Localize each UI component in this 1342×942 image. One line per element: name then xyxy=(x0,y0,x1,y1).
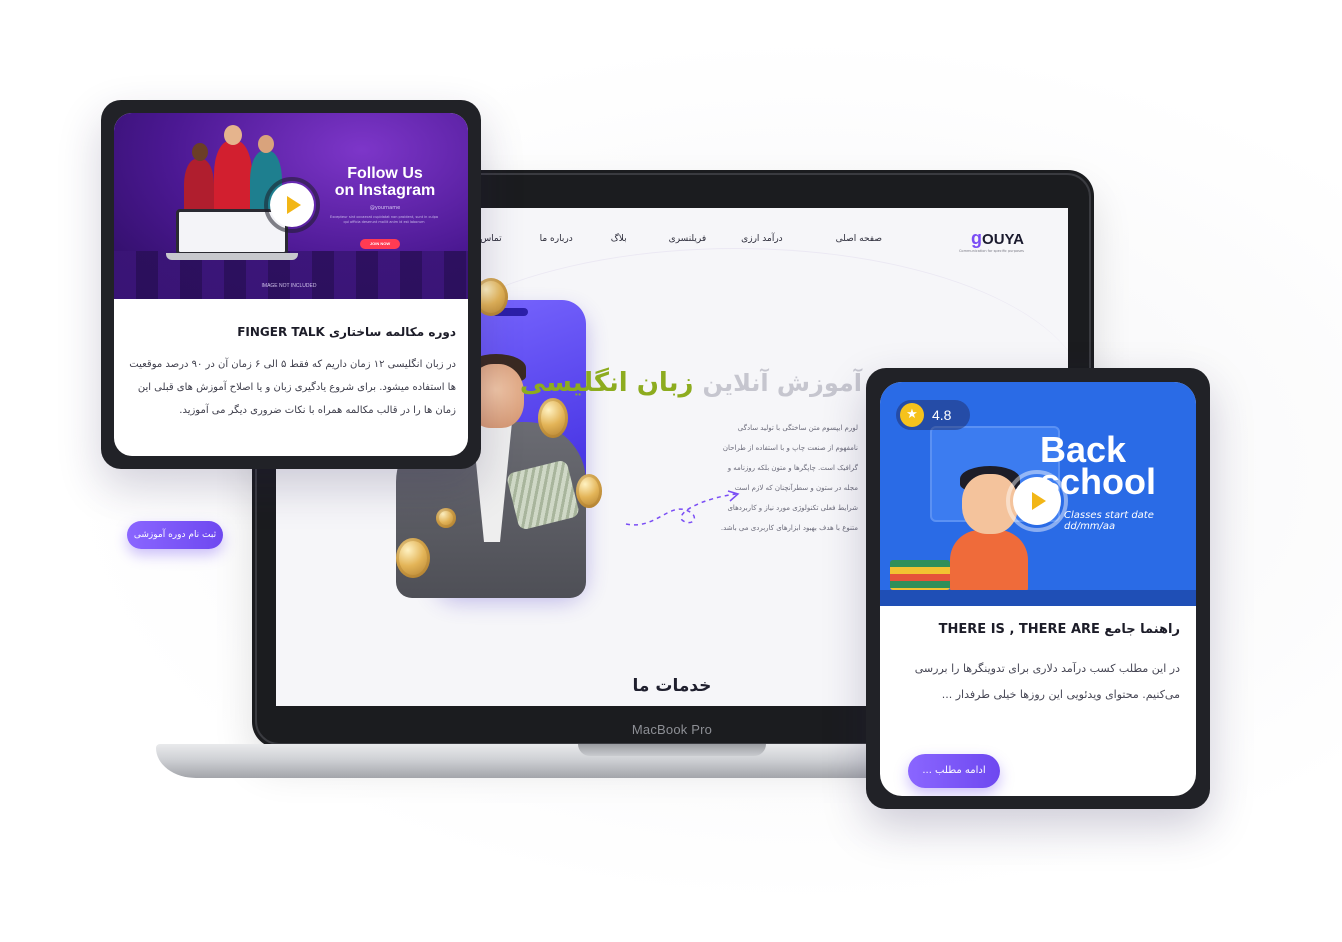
thumbnail-headline-line2: on Instagram xyxy=(334,182,436,199)
rating-badge: ★ 4.8 xyxy=(896,400,970,430)
nav-item-home[interactable]: صفحه اصلی xyxy=(836,234,882,244)
person-head xyxy=(224,125,242,145)
site-logo[interactable]: gOUYA Communication for specific purpose… xyxy=(959,228,1024,253)
main-nav: صفحه اصلی درآمد ارزی فریلنسری بلاگ دربار… xyxy=(462,234,882,244)
play-icon[interactable] xyxy=(1013,477,1061,525)
article-card-body: Back school Classes start date dd/mm/aa … xyxy=(880,382,1196,796)
stage: gOUYA Communication for specific purpose… xyxy=(0,0,1342,942)
kid-body xyxy=(950,530,1028,594)
read-more-button[interactable]: ادامه مطلب ... xyxy=(908,754,1000,788)
nav-item-about[interactable]: درباره ما xyxy=(540,234,573,244)
star-icon: ★ xyxy=(900,403,924,427)
thumbnail-laptop-base xyxy=(166,253,298,260)
play-triangle xyxy=(287,196,301,214)
play-icon[interactable] xyxy=(270,183,314,227)
logo-mark: gOUYA xyxy=(971,228,1024,249)
course-thumbnail[interactable]: Follow Us on Instagram @yourname Excepte… xyxy=(114,113,468,299)
hero-title: آموزش آنلاین زبان انگلیسی xyxy=(520,368,862,398)
hero-title-main: زبان انگلیسی xyxy=(519,368,694,398)
course-card-body: Follow Us on Instagram @yourname Excepte… xyxy=(114,113,468,456)
person-head xyxy=(192,143,208,161)
laptop-notch xyxy=(578,744,766,756)
logo-tagline: Communication for specific purposes xyxy=(958,249,1024,253)
nav-item-currency-income[interactable]: درآمد ارزی xyxy=(741,234,783,244)
logo-text: OUYA xyxy=(982,231,1024,248)
nav-item-blog[interactable]: بلاگ xyxy=(611,234,627,244)
coin-illustration xyxy=(576,474,602,508)
thumbnail-headline-line1: Follow Us xyxy=(347,165,423,182)
course-title[interactable]: دوره مکالمه ساختاری FINGER TALK xyxy=(237,325,456,339)
desk xyxy=(880,590,1196,606)
rating-value: 4.8 xyxy=(932,407,952,423)
course-register-button[interactable]: ثبت نام دوره آموزشی xyxy=(127,521,223,549)
play-triangle xyxy=(1032,492,1046,510)
nav-item-freelancing[interactable]: فریلنسری xyxy=(669,234,707,244)
thumbnail-handle: @yourname xyxy=(369,205,401,211)
arrow-swirl-icon xyxy=(625,490,740,526)
article-excerpt: در این مطلب کسب درآمد دلاری برای تدوینگر… xyxy=(914,662,1180,701)
logo-letter: g xyxy=(971,228,983,248)
course-description: در زبان انگلیسی ۱۲ زمان داریم که فقط ۵ ا… xyxy=(129,359,456,416)
article-card-there-is: Back school Classes start date dd/mm/aa … xyxy=(866,368,1210,809)
person-head xyxy=(258,135,274,153)
article-title[interactable]: راهنما جامع THERE IS , THERE ARE xyxy=(939,622,1180,637)
thumbnail-headline: Follow Us on Instagram xyxy=(320,165,450,199)
books-stack xyxy=(890,560,950,590)
coin-illustration xyxy=(538,398,568,438)
thumbnail-cta: JOIN NOW xyxy=(360,239,400,249)
course-card-finger-talk: Follow Us on Instagram @yourname Excepte… xyxy=(101,100,481,549)
coin-illustration xyxy=(436,508,456,528)
coin-illustration xyxy=(396,538,430,578)
thumbnail-date: Classes start date dd/mm/aa xyxy=(1064,510,1154,532)
hero-title-faded: آموزش آنلاین xyxy=(702,369,863,397)
thumbnail-note: IMAGE NOT INCLUDED xyxy=(261,283,317,289)
thumbnail-body: Excepteur sint occaecat cupidatat non pr… xyxy=(330,215,438,224)
article-thumbnail[interactable]: Back school Classes start date dd/mm/aa … xyxy=(880,382,1196,606)
laptop-model-label: MacBook Pro xyxy=(631,722,713,737)
